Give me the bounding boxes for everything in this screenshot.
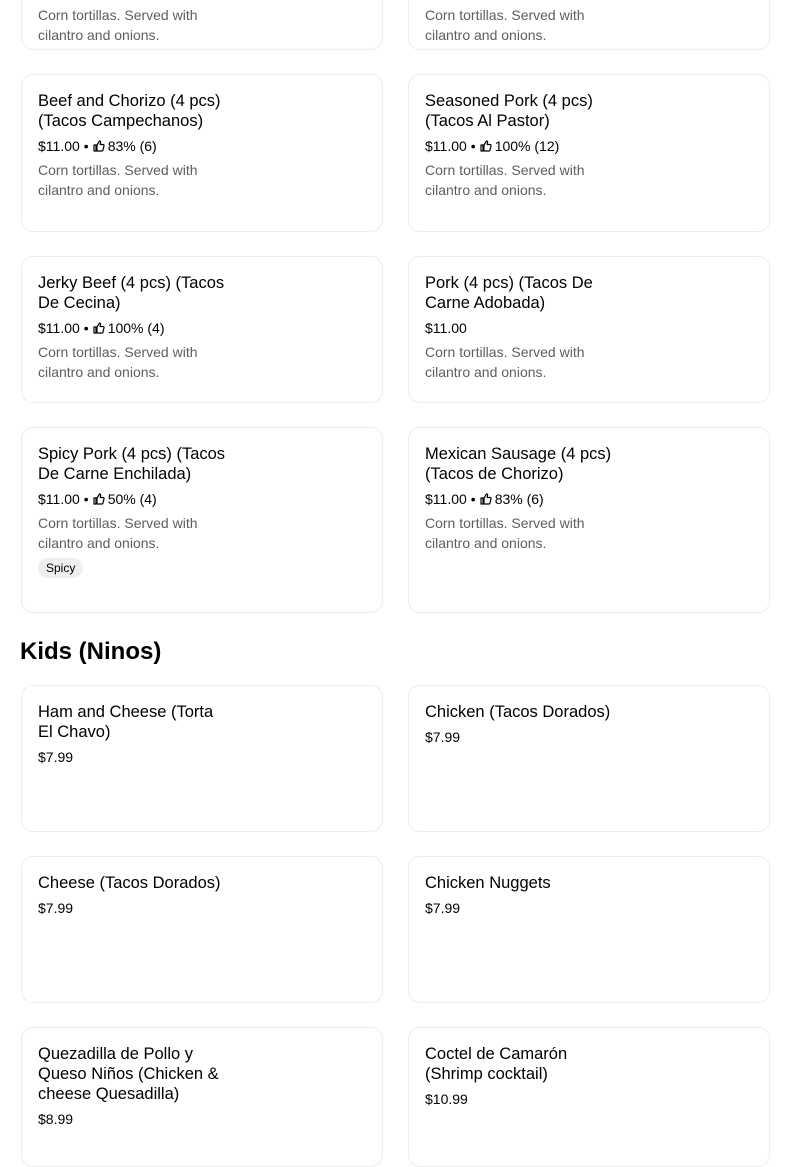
- item-price-rating: $7.99: [425, 727, 753, 747]
- item-price: $7.99: [38, 900, 74, 916]
- item-name: Beef and Chorizo (4 pcs) (Tacos Campecha…: [38, 92, 221, 130]
- menu-item-card[interactable]: Pork (4 pcs) (Tacos De Carne Adobada) $1…: [408, 256, 770, 403]
- item-price-rating: $11.00 • 83% (6): [425, 489, 753, 509]
- item-price: $11.00: [38, 491, 80, 507]
- item-name: Chicken Nuggets: [425, 874, 551, 892]
- thumbs-up-icon: [93, 322, 105, 334]
- item-description: Corn tortillas. Served with cilantro and…: [38, 515, 198, 551]
- menu-item-card[interactable]: Corn tortillas. Served with cilantro and…: [408, 0, 770, 50]
- section-title-kids: Kids (Ninos): [20, 638, 162, 665]
- item-rating: 100% (12): [494, 138, 560, 154]
- thumbs-up-icon: [480, 140, 492, 152]
- separator: •: [83, 320, 89, 336]
- item-name: Coctel de Camarón (Shrimp cocktail): [425, 1045, 568, 1083]
- menu-item-card[interactable]: Corn tortillas. Served with cilantro and…: [21, 0, 383, 50]
- item-price: $11.00: [38, 320, 80, 336]
- item-price-rating: $7.99: [38, 747, 366, 767]
- item-price-rating: $11.00: [425, 318, 753, 338]
- item-name: Mexican Sausage (4 pcs) (Tacos de Choriz…: [425, 445, 612, 483]
- thumbs-up-icon: [93, 140, 105, 152]
- item-name: Spicy Pork (4 pcs) (Tacos De Carne Enchi…: [38, 445, 226, 483]
- item-rating: 83% (6): [107, 138, 157, 154]
- item-description: Corn tortillas. Served with cilantro and…: [38, 162, 198, 198]
- separator: •: [83, 138, 89, 154]
- item-price: $11.00: [38, 138, 80, 154]
- item-price-rating: $7.99: [38, 898, 366, 918]
- item-price: $10.99: [425, 1091, 468, 1107]
- separator: •: [470, 138, 476, 154]
- separator: •: [83, 491, 89, 507]
- item-price: $7.99: [425, 900, 461, 916]
- item-price-rating: $11.00 • 83% (6): [38, 136, 366, 156]
- item-price: $8.99: [38, 1111, 74, 1127]
- menu-item-card[interactable]: Beef and Chorizo (4 pcs) (Tacos Campecha…: [21, 74, 383, 232]
- item-name: Jerky Beef (4 pcs) (Tacos De Cecina): [38, 274, 225, 312]
- item-description: Corn tortillas. Served with cilantro and…: [38, 344, 198, 380]
- menu-item-card[interactable]: Chicken (Tacos Dorados) $7.99: [408, 685, 770, 832]
- item-rating: 50% (4): [107, 491, 157, 507]
- item-description: Corn tortillas. Served with cilantro and…: [425, 7, 585, 43]
- item-price: $7.99: [38, 749, 74, 765]
- item-name: Cheese (Tacos Dorados): [38, 874, 221, 892]
- item-price: $11.00: [425, 320, 467, 336]
- menu-item-card[interactable]: Spicy Pork (4 pcs) (Tacos De Carne Enchi…: [21, 427, 383, 613]
- item-name: Ham and Cheese (Torta El Chavo): [38, 703, 214, 741]
- item-description: Corn tortillas. Served with cilantro and…: [38, 7, 198, 43]
- menu-item-card[interactable]: Mexican Sausage (4 pcs) (Tacos de Choriz…: [408, 427, 770, 613]
- menu-item-card[interactable]: Seasoned Pork (4 pcs) (Tacos Al Pastor) …: [408, 74, 770, 232]
- item-price-rating: $11.00 • 100% (4): [38, 318, 366, 338]
- menu-item-card[interactable]: Ham and Cheese (Torta El Chavo) $7.99: [21, 685, 383, 832]
- menu-item-card[interactable]: Quezadilla de Pollo y Queso Niños (Chick…: [21, 1027, 383, 1167]
- item-price: $7.99: [425, 729, 461, 745]
- item-name: Chicken (Tacos Dorados): [425, 703, 611, 721]
- item-price-rating: $11.00 • 100% (12): [425, 136, 753, 156]
- item-price: $11.00: [425, 138, 467, 154]
- spicy-tag: Spicy: [38, 558, 84, 578]
- separator: •: [470, 491, 476, 507]
- item-description: Corn tortillas. Served with cilantro and…: [425, 344, 585, 380]
- item-name: Seasoned Pork (4 pcs) (Tacos Al Pastor): [425, 92, 593, 130]
- menu-item-card[interactable]: Coctel de Camarón (Shrimp cocktail) $10.…: [408, 1027, 770, 1167]
- item-price: $11.00: [425, 491, 467, 507]
- item-price-rating: $7.99: [425, 898, 753, 918]
- item-rating: 83% (6): [494, 491, 544, 507]
- thumbs-up-icon: [480, 493, 492, 505]
- item-price-rating: $8.99: [38, 1109, 366, 1129]
- item-price-rating: $11.00 • 50% (4): [38, 489, 366, 509]
- item-name: Pork (4 pcs) (Tacos De Carne Adobada): [425, 274, 593, 312]
- item-price-rating: $10.99: [425, 1089, 753, 1109]
- item-name: Quezadilla de Pollo y Queso Niños (Chick…: [38, 1045, 219, 1103]
- item-rating: 100% (4): [107, 320, 165, 336]
- item-description: Corn tortillas. Served with cilantro and…: [425, 515, 585, 551]
- menu-item-card[interactable]: Cheese (Tacos Dorados) $7.99: [21, 856, 383, 1003]
- menu-item-card[interactable]: Jerky Beef (4 pcs) (Tacos De Cecina) $11…: [21, 256, 383, 403]
- menu-item-card[interactable]: Chicken Nuggets $7.99: [408, 856, 770, 1003]
- thumbs-up-icon: [93, 493, 105, 505]
- item-description: Corn tortillas. Served with cilantro and…: [425, 162, 585, 198]
